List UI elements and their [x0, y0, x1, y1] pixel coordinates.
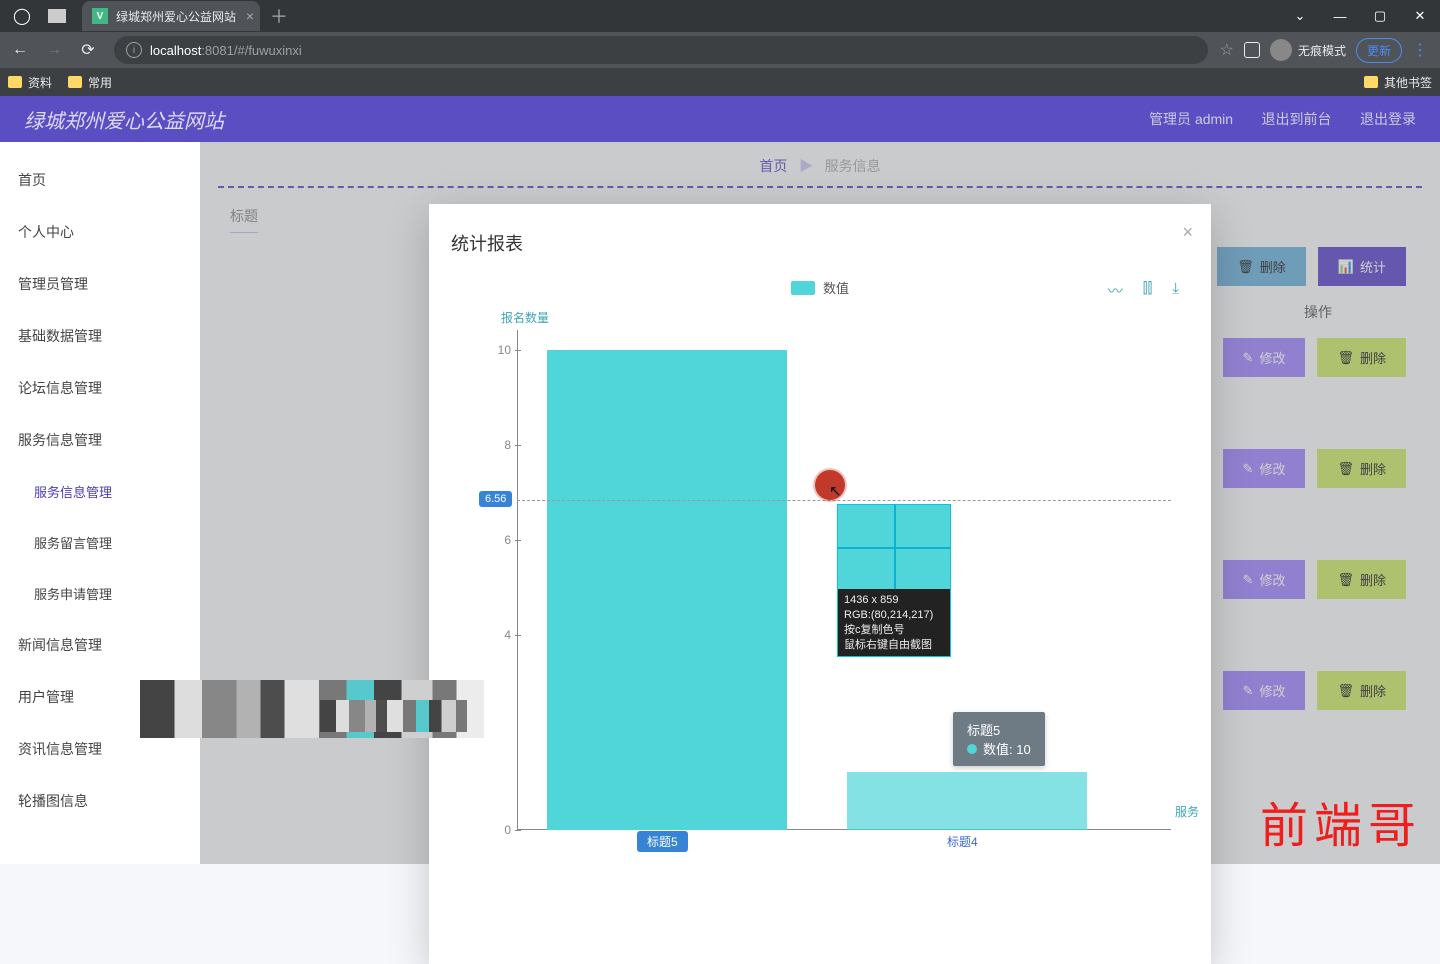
sidebar-item-service-info[interactable]: 服务信息管理 [0, 466, 200, 517]
y-axis-name: 报名数量 [501, 309, 1191, 326]
capture-freecut-hint: 鼠标右键自由截图 [844, 638, 944, 653]
nav-forward-icon[interactable]: → [40, 36, 68, 64]
capture-copy-hint: 按c复制色号 [844, 623, 944, 638]
sidebar-item-basedata[interactable]: 基础数据管理 [0, 310, 200, 362]
x-category: 标题4 [937, 831, 988, 852]
statistics-modal: × 统计报表 〰 ⫿⫿ ⤓ 数值 报名数量 [429, 204, 1211, 964]
bar-1[interactable] [547, 350, 787, 830]
chart-tooltip: 标题5 数值: 10 [953, 712, 1045, 766]
modal-overlay[interactable]: × 统计报表 〰 ⫿⫿ ⤓ 数值 报名数量 [200, 142, 1440, 864]
url-port: :8081 [201, 43, 234, 58]
sidebar: 首页 个人中心 管理员管理 基础数据管理 论坛信息管理 服务信息管理 服务信息管… [0, 142, 200, 864]
bookmark-bar: 资料 常用 其他书签 [0, 68, 1440, 96]
chart-plot[interactable]: 10 8 6 4 0 标题5 标题4 服务 6.56 [517, 330, 1171, 830]
markline-value: 6.56 [479, 491, 512, 507]
tab-title: 绿城郑州爱心公益网站 [116, 8, 236, 25]
browser-chrome: ◯ V 绿城郑州爱心公益网站 × ＋ ⌄ — ▢ ✕ ← → ⟳ i local… [0, 0, 1440, 96]
censored-region [320, 700, 480, 732]
new-tab-icon[interactable]: ＋ [270, 3, 288, 29]
logout-link[interactable]: 退出登录 [1360, 111, 1416, 127]
url-path: /#/fuwuxinxi [234, 43, 302, 58]
url-host: localhost [150, 43, 201, 58]
legend-label: 数值 [823, 278, 849, 297]
site-info-icon[interactable]: i [126, 42, 142, 58]
to-frontend-link[interactable]: 退出到前台 [1262, 111, 1332, 127]
modal-title: 统计报表 [429, 204, 1211, 278]
sidebar-item-service-parent[interactable]: 服务信息管理 [0, 414, 200, 466]
capture-rgb: RGB:(80,214,217) [844, 608, 944, 623]
content-area: 首页 ▶ 服务信息 标题 🗑删除 📊统计 操作 ☰详情 ✎修改 🗑删除 ☰详情 … [200, 142, 1440, 864]
maximize-icon[interactable]: ▢ [1360, 0, 1400, 32]
tab-bar: ◯ V 绿城郑州爱心公益网站 × ＋ ⌄ — ▢ ✕ [0, 0, 1440, 32]
y-tick: 8 [504, 438, 511, 452]
sidebar-item-profile[interactable]: 个人中心 [0, 206, 200, 258]
modal-close-icon[interactable]: × [1182, 222, 1193, 243]
x-axis-name: 服务 [1175, 803, 1199, 820]
chart-toolbar: 〰 ⫿⫿ ⤓ [1108, 280, 1179, 301]
vue-favicon-icon: V [92, 8, 108, 24]
nav-back-icon[interactable]: ← [6, 36, 34, 64]
navigation-bar: ← → ⟳ i localhost:8081/#/fuwuxinxi ☆ 无痕模… [0, 32, 1440, 68]
sidebar-item-home[interactable]: 首页 [0, 154, 200, 206]
globe-icon[interactable]: ◯ [10, 4, 34, 28]
sidebar-item-news[interactable]: 新闻信息管理 [0, 619, 200, 671]
app-title: 绿城郑州爱心公益网站 [24, 105, 224, 134]
capture-dimensions: 1436 x 859 [844, 593, 944, 608]
other-bookmarks[interactable]: 其他书签 [1364, 74, 1432, 91]
sidebar-item-service-apply[interactable]: 服务申请管理 [0, 568, 200, 619]
tooltip-value: 10 [1016, 742, 1030, 757]
y-tick: 10 [498, 343, 511, 357]
click-indicator-icon [815, 470, 845, 500]
bookmark-item[interactable]: 常用 [68, 74, 112, 91]
download-icon[interactable]: ⤓ [1172, 280, 1179, 301]
update-button[interactable]: 更新 [1356, 38, 1402, 63]
bookmark-star-icon[interactable]: ☆ [1220, 40, 1234, 60]
bookmark-label: 常用 [88, 74, 112, 91]
menu-icon[interactable]: ⋮ [1412, 40, 1428, 60]
chart-legend[interactable]: 数值 [449, 278, 1191, 297]
line-chart-icon[interactable]: 〰 [1108, 280, 1123, 301]
incognito-badge[interactable]: 无痕模式 [1270, 39, 1346, 61]
magnifier-preview [838, 505, 950, 589]
y-tick: 4 [504, 628, 511, 642]
extensions-icon[interactable] [1244, 42, 1260, 58]
browser-tab[interactable]: V 绿城郑州爱心公益网站 × [82, 1, 260, 31]
color-picker-tooltip: 1436 x 859 RGB:(80,214,217) 按c复制色号 鼠标右键自… [837, 504, 951, 657]
tooltip-name: 标题5 [967, 720, 1031, 739]
bar-2[interactable] [847, 772, 1087, 830]
folder-icon [68, 76, 82, 88]
bookmark-item[interactable]: 资料 [8, 74, 52, 91]
tab-search-icon[interactable]: ⌄ [1280, 0, 1320, 32]
bookmark-label: 资料 [28, 74, 52, 91]
chart-container: 〰 ⫿⫿ ⤓ 数值 报名数量 10 8 [429, 278, 1211, 830]
address-bar[interactable]: i localhost:8081/#/fuwuxinxi [114, 36, 1208, 64]
x-category: 标题5 [637, 831, 688, 852]
app-header: 绿城郑州爱心公益网站 管理员 admin 退出到前台 退出登录 [0, 96, 1440, 142]
y-tick: 0 [504, 823, 511, 837]
legend-swatch [791, 281, 815, 295]
sidebar-item-admin[interactable]: 管理员管理 [0, 258, 200, 310]
tooltip-series: 数值: [983, 742, 1013, 757]
nav-reload-icon[interactable]: ⟳ [74, 36, 102, 64]
tab-close-icon[interactable]: × [246, 8, 254, 24]
sidebar-item-carousel[interactable]: 轮播图信息 [0, 775, 200, 827]
sidebar-item-forum[interactable]: 论坛信息管理 [0, 362, 200, 414]
incognito-icon [1270, 39, 1292, 61]
close-window-icon[interactable]: ✕ [1400, 0, 1440, 32]
user-label[interactable]: 管理员 admin [1149, 111, 1233, 127]
bookmark-label: 其他书签 [1384, 74, 1432, 91]
page-icon[interactable] [48, 9, 66, 23]
average-markline: 6.56 [517, 500, 1171, 501]
folder-icon [8, 76, 22, 88]
incognito-label: 无痕模式 [1298, 42, 1346, 59]
tooltip-dot-icon [967, 744, 977, 754]
bar-chart-icon[interactable]: ⫿⫿ [1143, 280, 1153, 301]
sidebar-item-service-msg[interactable]: 服务留言管理 [0, 517, 200, 568]
y-tick: 6 [504, 533, 511, 547]
minimize-icon[interactable]: — [1320, 0, 1360, 32]
folder-icon [1364, 76, 1378, 88]
y-axis [517, 330, 518, 830]
